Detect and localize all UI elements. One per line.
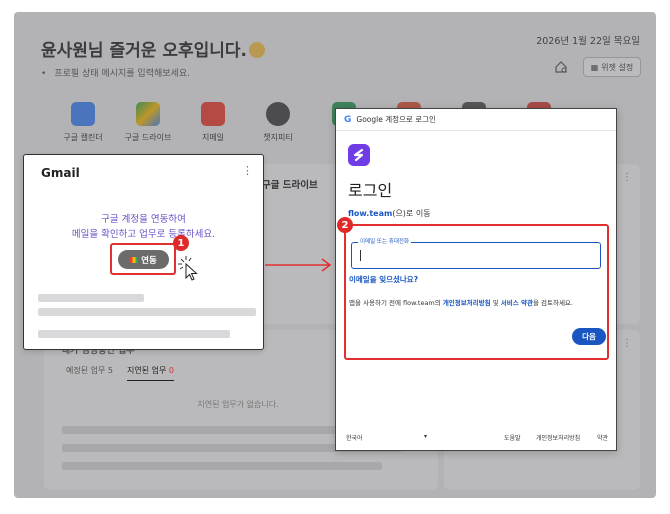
email-field-label: 이메일 또는 휴대전화	[358, 237, 412, 245]
signin-form-highlight: 이메일 또는 휴대전화 이메일을 잊으셨나요? 앱을 사용하기 전에 flow.…	[344, 224, 609, 360]
step-badge-2: 2	[337, 217, 353, 233]
flow-team-link[interactable]: flow.team	[348, 209, 392, 218]
google-signin-header: G Google 계정으로 로그인	[336, 109, 616, 131]
forgot-email-link[interactable]: 이메일을 잊으셨나요?	[349, 274, 418, 285]
footer-terms-link[interactable]: 약관	[597, 433, 608, 442]
task-tabs: 예정된 업무 5 지연된 업무 0	[66, 365, 174, 381]
policy-notice: 앱을 사용하기 전에 flow.team의 개인정보처리방침 및 서비스 약관을…	[349, 299, 573, 307]
gmail-connect-button[interactable]: 연동	[118, 250, 169, 269]
flow-arrow-icon	[265, 258, 332, 272]
next-button[interactable]: 다음	[572, 328, 606, 345]
email-or-phone-input[interactable]: 이메일 또는 휴대전화	[351, 237, 601, 269]
more-menu-icon[interactable]: ⋮	[242, 164, 253, 177]
drive-widget-title: 구글 드라이브	[262, 180, 318, 191]
text-caret	[360, 250, 361, 261]
gmail-widget: Gmail ⋮ 구글 계정을 연동하여 메일을 확인하고 업무로 등록하세요. …	[23, 154, 264, 350]
footer-privacy-link[interactable]: 개인정보처리방침	[536, 433, 580, 442]
google-signin-window: G Google 계정으로 로그인 로그인 flow.team(으)로 이동 이…	[335, 108, 617, 451]
google-icon	[130, 256, 139, 263]
signin-heading: 로그인	[348, 181, 393, 200]
gmail-widget-title: Gmail	[41, 166, 80, 180]
help-link[interactable]: 도움말	[504, 433, 521, 442]
step-badge-1: 1	[173, 235, 189, 251]
connect-highlight: 연동	[110, 243, 176, 275]
chevron-down-icon[interactable]: ▾	[424, 433, 427, 440]
signin-target: flow.team(으)로 이동	[348, 209, 431, 218]
tab-delayed[interactable]: 지연된 업무 0	[126, 365, 174, 381]
signin-footer: 한국어 ▾ 도움말 개인정보처리방침 약관	[336, 426, 616, 450]
flow-app-logo-icon	[348, 144, 370, 166]
privacy-policy-link[interactable]: 개인정보처리방침	[443, 299, 491, 307]
google-logo-icon: G	[344, 114, 352, 125]
terms-of-service-link[interactable]: 서비스 약관	[501, 299, 533, 307]
gmail-connect-message: 구글 계정을 연동하여 메일을 확인하고 업무로 등록하세요.	[71, 214, 216, 240]
language-select[interactable]: 한국어	[346, 433, 363, 442]
click-cursor-icon	[178, 256, 198, 281]
tab-scheduled[interactable]: 예정된 업무 5	[66, 365, 113, 381]
